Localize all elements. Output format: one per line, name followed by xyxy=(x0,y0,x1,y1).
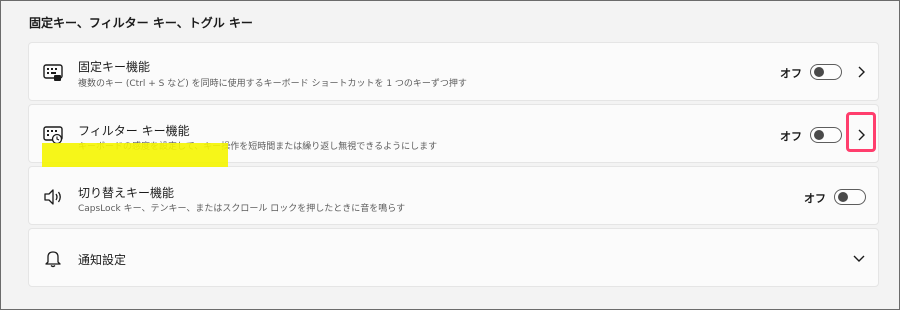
chevron-down-icon[interactable] xyxy=(851,250,867,266)
sticky-keys-toggle[interactable] xyxy=(810,64,842,80)
toggle-keys-desc: CapsLock キー、テンキー、またはスクロール ロックを押したときに音を鳴ら… xyxy=(78,204,406,214)
filter-keys-title: フィルター キー機能 xyxy=(78,124,190,138)
bell-icon xyxy=(45,251,61,268)
notification-settings-title: 通知設定 xyxy=(78,253,127,267)
sticky-keys-icon xyxy=(43,64,63,81)
toggle-keys-state: オフ xyxy=(804,192,826,205)
notification-settings-card[interactable]: 通知設定 xyxy=(28,228,879,287)
section-title: 固定キー、フィルター キー、トグル キー xyxy=(29,16,253,30)
settings-window: 固定キー、フィルター キー、トグル キー 固定キー機能 複数のキー (Ctrl … xyxy=(0,0,900,310)
chevron-right-icon[interactable] xyxy=(853,64,869,80)
annotation-box xyxy=(846,112,876,152)
filter-keys-state: オフ xyxy=(780,130,802,143)
sticky-keys-state: オフ xyxy=(780,67,802,80)
speaker-icon xyxy=(44,189,61,205)
filter-keys-icon xyxy=(43,126,63,145)
yellow-highlight xyxy=(42,143,228,167)
sticky-keys-title: 固定キー機能 xyxy=(78,60,151,74)
toggle-keys-card: 切り替えキー機能 CapsLock キー、テンキー、またはスクロール ロックを押… xyxy=(28,166,879,225)
toggle-keys-toggle[interactable] xyxy=(834,189,866,205)
sticky-keys-desc: 複数のキー (Ctrl + S など) を同時に使用するキーボード ショートカッ… xyxy=(78,79,467,89)
filter-keys-toggle[interactable] xyxy=(810,127,842,143)
toggle-keys-title: 切り替えキー機能 xyxy=(78,186,175,200)
sticky-keys-card[interactable]: 固定キー機能 複数のキー (Ctrl + S など) を同時に使用するキーボード… xyxy=(28,42,879,101)
